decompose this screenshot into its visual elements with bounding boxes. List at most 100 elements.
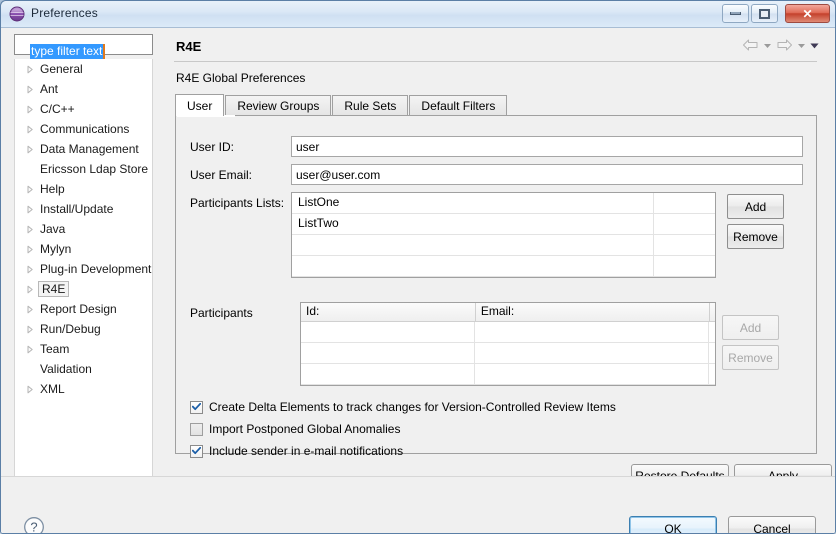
list-extra-cell xyxy=(654,193,715,213)
sidebar-item-c-c[interactable]: C/C++ xyxy=(15,99,152,119)
sidebar-item-report-design[interactable]: Report Design xyxy=(15,299,152,319)
table-row[interactable] xyxy=(301,322,715,343)
participants-add-button[interactable]: Add xyxy=(722,315,779,340)
tab-review-groups[interactable]: Review Groups xyxy=(225,95,332,116)
sidebar-item-ericsson-ldap-store[interactable]: Ericsson Ldap Store xyxy=(15,159,152,179)
table-row[interactable]: ListOne xyxy=(292,193,715,214)
expand-triangle-icon[interactable] xyxy=(23,282,37,296)
filter-input-text: type filter text xyxy=(30,44,106,59)
participants-lists-table[interactable]: ListOne ListTwo xyxy=(291,192,716,278)
checkbox-label: Create Delta Elements to track changes f… xyxy=(209,400,616,414)
list-name-cell: ListOne xyxy=(292,193,654,213)
sidebar-item-communications[interactable]: Communications xyxy=(15,119,152,139)
expand-triangle-icon[interactable] xyxy=(23,242,37,256)
tab-bar: User Review Groups Rule Sets Default Filter… xyxy=(175,94,508,116)
preferences-tree[interactable]: General Ant C/C++ Communications Data Manage… xyxy=(14,59,153,480)
forward-arrow-icon[interactable] xyxy=(776,38,793,52)
filter-input[interactable]: type filter text xyxy=(14,34,153,59)
maximize-button[interactable] xyxy=(751,4,778,23)
sidebar-item-help[interactable]: Help xyxy=(15,179,152,199)
expand-triangle-icon[interactable] xyxy=(23,322,37,336)
sidebar-item-general[interactable]: General xyxy=(15,59,152,79)
ok-label: OK xyxy=(664,521,682,534)
sidebar-item-label: Team xyxy=(40,342,70,356)
preference-page: R4E R4E Global Preferences User Review G… xyxy=(166,28,835,533)
help-icon[interactable]: ? xyxy=(23,516,45,533)
page-subtitle: R4E Global Preferences xyxy=(176,71,306,85)
sidebar-item-team[interactable]: Team xyxy=(15,339,152,359)
checkbox-checked-icon[interactable] xyxy=(190,400,203,414)
column-header[interactable] xyxy=(710,303,715,321)
cancel-button[interactable]: Cancel xyxy=(728,516,816,533)
table-cell xyxy=(301,343,476,363)
expand-triangle-icon[interactable] xyxy=(23,302,37,316)
expand-triangle-icon[interactable] xyxy=(23,262,37,276)
sidebar-item-install-update[interactable]: Install/Update xyxy=(15,199,152,219)
participants-lists-remove-button[interactable]: Remove xyxy=(727,224,784,249)
expand-triangle-icon[interactable] xyxy=(23,142,37,156)
sidebar-item-ant[interactable]: Ant xyxy=(15,79,152,99)
list-name-cell xyxy=(292,235,654,255)
checkbox-option-1[interactable]: Create Delta Elements to track changes f… xyxy=(190,400,616,414)
back-history-chevron-down-icon[interactable] xyxy=(763,41,772,50)
participants-remove-button[interactable]: Remove xyxy=(722,345,779,370)
expand-triangle-icon[interactable] xyxy=(23,222,37,236)
checkbox-option-2[interactable]: Import Postponed Global Anomalies xyxy=(190,422,400,436)
sidebar-item-validation[interactable]: Validation xyxy=(15,359,152,379)
user-id-input[interactable]: user xyxy=(291,136,803,157)
checkbox-unchecked-icon[interactable] xyxy=(190,422,203,436)
table-cell xyxy=(301,322,476,342)
checkbox-checked-icon[interactable] xyxy=(190,444,203,458)
column-header[interactable]: Id: xyxy=(301,303,476,321)
sidebar-item-java[interactable]: Java xyxy=(15,219,152,239)
expand-triangle-icon[interactable] xyxy=(23,382,37,396)
sidebar-item-xml[interactable]: XML xyxy=(15,379,152,399)
expand-triangle-icon[interactable] xyxy=(23,62,37,76)
expand-triangle-icon[interactable] xyxy=(23,182,37,196)
sidebar-item-label: Plug-in Development xyxy=(40,262,152,276)
tab-default-filters[interactable]: Default Filters xyxy=(409,95,508,116)
expand-triangle-icon[interactable] xyxy=(23,342,37,356)
checkbox-option-3[interactable]: Include sender in e-mail notifications xyxy=(190,444,403,458)
tab-rule-sets[interactable]: Rule Sets xyxy=(332,95,409,116)
view-menu-icon[interactable] xyxy=(810,41,819,50)
table-row[interactable] xyxy=(292,256,715,277)
sidebar-item-plug-in-development[interactable]: Plug-in Development xyxy=(15,259,152,279)
expand-triangle-icon[interactable] xyxy=(23,102,37,116)
sidebar-item-data-management[interactable]: Data Management xyxy=(15,139,152,159)
page-nav xyxy=(742,38,819,52)
back-arrow-icon[interactable] xyxy=(742,38,759,52)
tab-user[interactable]: User xyxy=(175,94,225,116)
participants-table[interactable]: Id: Email: xyxy=(300,302,716,386)
sidebar-item-run-debug[interactable]: Run/Debug xyxy=(15,319,152,339)
list-name-cell: ListTwo xyxy=(292,214,654,234)
user-email-label: User Email: xyxy=(190,168,253,182)
tab-label: Rule Sets xyxy=(344,99,397,113)
table-cell xyxy=(475,322,709,342)
table-row[interactable] xyxy=(292,235,715,256)
forward-history-chevron-down-icon[interactable] xyxy=(797,41,806,50)
table-row[interactable] xyxy=(301,364,715,385)
participants-lists-add-button[interactable]: Add xyxy=(727,194,784,219)
dialog-footer: ? OK Cancel xyxy=(1,477,835,534)
expand-triangle-icon[interactable] xyxy=(23,202,37,216)
table-cell xyxy=(475,343,709,363)
user-id-label: User ID: xyxy=(190,140,235,154)
sidebar-item-mylyn[interactable]: Mylyn xyxy=(15,239,152,259)
close-button[interactable]: ✕ xyxy=(785,4,830,23)
table-row[interactable]: ListTwo xyxy=(292,214,715,235)
sidebar-item-label: Help xyxy=(40,182,65,196)
remove-label: Remove xyxy=(728,350,773,365)
sidebar-item-label: Ant xyxy=(40,82,59,96)
expand-triangle-icon[interactable] xyxy=(23,122,37,136)
list-name-cell xyxy=(292,256,654,276)
minimize-button[interactable] xyxy=(722,4,749,23)
user-email-input[interactable]: user@user.com xyxy=(291,164,803,185)
sidebar-item-label: Ericsson Ldap Store xyxy=(40,162,149,176)
expand-triangle-icon[interactable] xyxy=(23,82,37,96)
table-row[interactable] xyxy=(301,343,715,364)
list-extra-cell xyxy=(654,214,715,234)
sidebar-item-r4e[interactable]: R4E xyxy=(15,279,152,299)
ok-button[interactable]: OK xyxy=(629,516,717,534)
column-header[interactable]: Email: xyxy=(476,303,710,321)
